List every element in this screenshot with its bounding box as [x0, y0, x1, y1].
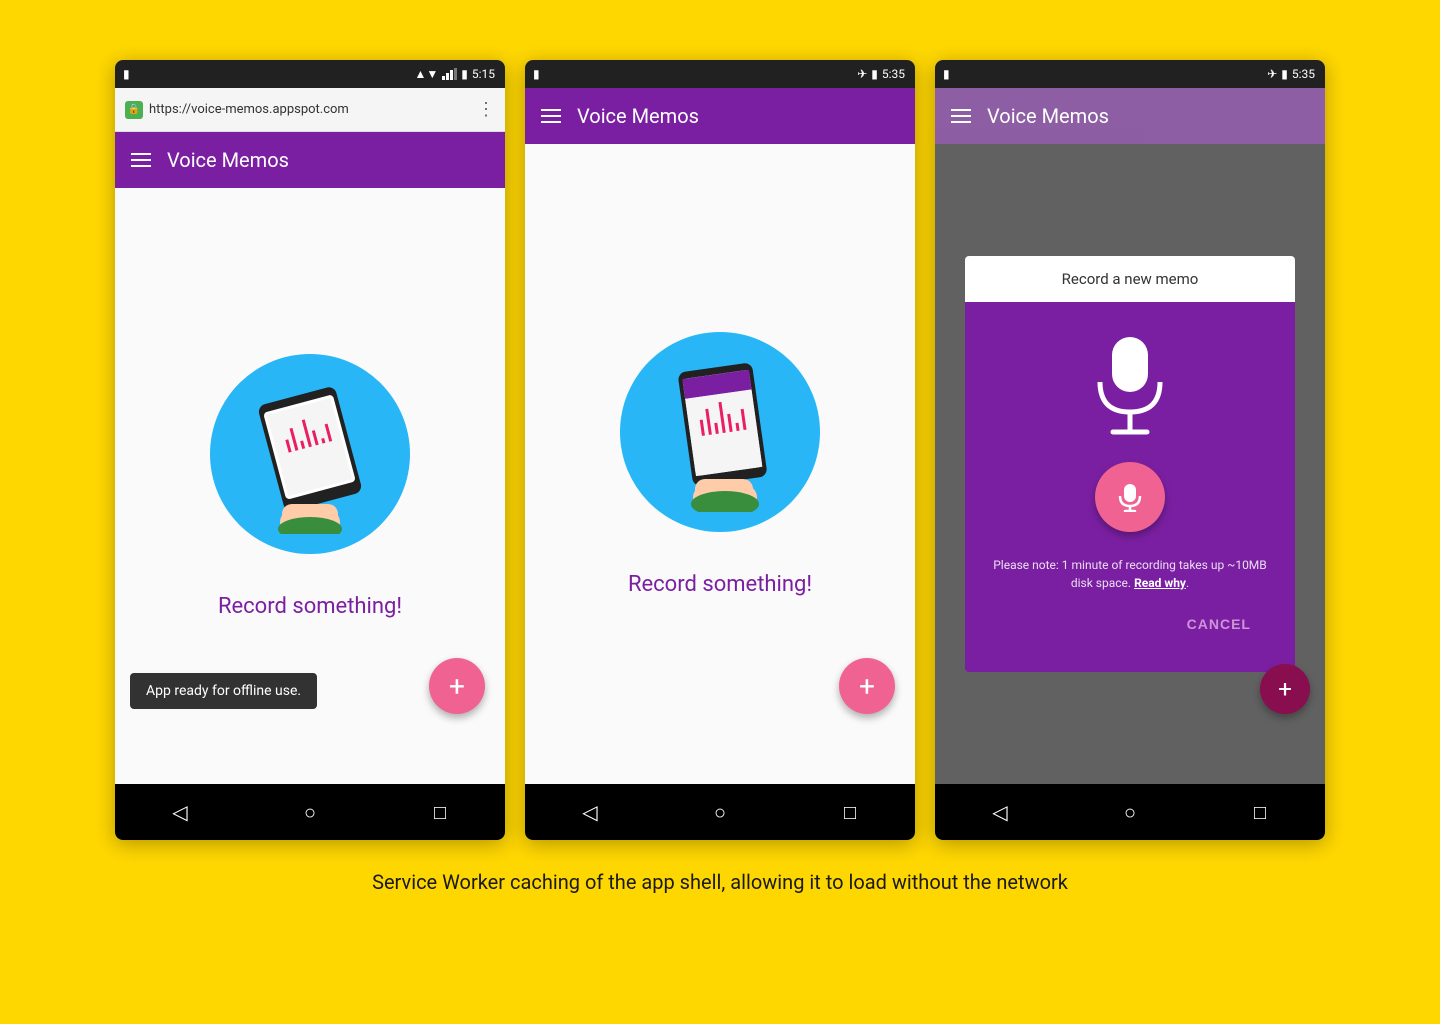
time-3: 5:35	[1292, 67, 1315, 81]
status-icons-2: ✈ ▮ 5:35	[857, 67, 905, 81]
dialog-cancel-container: CANCEL	[985, 608, 1275, 656]
wifi-icon: ▲▼	[414, 67, 438, 81]
dialog-header: Record a new memo	[965, 256, 1295, 302]
url-text: https://voice-memos.appspot.com	[149, 102, 477, 117]
main-content-1: Record something! App ready for offline …	[115, 188, 505, 784]
back-button-2[interactable]: ◁	[570, 792, 610, 832]
phone-2: ▮ ✈ ▮ 5:35 Voice Memos	[525, 60, 915, 840]
record-dialog: Record a new memo	[965, 256, 1295, 672]
phone-status-icon-2: ▮	[533, 67, 540, 81]
battery-1: ▮	[461, 67, 468, 81]
address-bar[interactable]: 🔒 https://voice-memos.appspot.com ⋮	[115, 88, 505, 132]
dialog-body: Please note: 1 minute of recording takes…	[965, 302, 1295, 672]
battery-2: ▮	[871, 67, 878, 81]
read-why-link[interactable]: Read why	[1134, 576, 1186, 590]
snackbar: App ready for offline use.	[130, 673, 317, 709]
record-label-1: Record something!	[218, 594, 402, 619]
hamburger-menu-2[interactable]	[541, 109, 561, 123]
phone-3: ▮ ✈ ▮ 5:35 Voice Memos Record a new memo	[935, 60, 1325, 840]
record-button[interactable]	[1095, 462, 1165, 532]
home-button-1[interactable]: ○	[290, 792, 330, 832]
airplane-icon-2: ✈	[857, 67, 867, 81]
status-bar-1: ▮ ▲▼ ▮ 5:15	[115, 60, 505, 88]
page-caption: Service Worker caching of the app shell,…	[372, 870, 1068, 894]
mic-small-icon	[1115, 482, 1145, 512]
app-bar-3: Voice Memos	[935, 88, 1325, 144]
phone3-background: Record a new memo	[935, 144, 1325, 784]
airplane-icon-3: ✈	[1267, 67, 1277, 81]
status-icons-1: ▲▼ ▮ 5:15	[414, 67, 495, 81]
phone-status-icon: ▮	[123, 67, 130, 81]
app-bar-1: Voice Memos	[115, 132, 505, 188]
bottom-nav-1: ◁ ○ □	[115, 784, 505, 840]
app-title-3: Voice Memos	[987, 104, 1109, 128]
main-content-2: Record something! +	[525, 144, 915, 784]
app-bar-2: Voice Memos	[525, 88, 915, 144]
recents-button-1[interactable]: □	[420, 792, 460, 832]
status-icons-3: ✈ ▮ 5:35	[1267, 67, 1315, 81]
illustration-circle-1	[210, 354, 410, 554]
recents-button-2[interactable]: □	[830, 792, 870, 832]
dialog-note: Please note: 1 minute of recording takes…	[985, 556, 1275, 592]
record-label-2: Record something!	[628, 572, 812, 597]
illustration-circle-2	[620, 332, 820, 532]
bottom-nav-2: ◁ ○ □	[525, 784, 915, 840]
signal-bars	[442, 68, 457, 80]
recents-button-3[interactable]: □	[1240, 792, 1280, 832]
phone-illustration-2	[650, 352, 790, 512]
battery-3: ▮	[1281, 67, 1288, 81]
bottom-nav-3: ◁ ○ □	[935, 784, 1325, 840]
lock-icon: 🔒	[125, 101, 143, 119]
home-button-3[interactable]: ○	[1110, 792, 1150, 832]
phones-container: ▮ ▲▼ ▮ 5:15 🔒 https://voice-memos.appspo…	[115, 60, 1325, 840]
app-title-2: Voice Memos	[577, 104, 699, 128]
hamburger-menu-3[interactable]	[951, 109, 971, 123]
cancel-button[interactable]: CANCEL	[1179, 608, 1259, 640]
phone-1: ▮ ▲▼ ▮ 5:15 🔒 https://voice-memos.appspo…	[115, 60, 505, 840]
more-options-button[interactable]: ⋮	[477, 99, 495, 120]
phone-illustration-1	[240, 374, 380, 534]
back-button-1[interactable]: ◁	[160, 792, 200, 832]
microphone-icon	[1085, 332, 1175, 442]
hamburger-menu-1[interactable]	[131, 153, 151, 167]
time-1: 5:15	[472, 67, 495, 81]
status-bar-3: ▮ ✈ ▮ 5:35	[935, 60, 1325, 88]
time-2: 5:35	[882, 67, 905, 81]
phone-status-icon-3: ▮	[943, 67, 950, 81]
fab-button-3[interactable]: +	[1260, 664, 1310, 714]
mic-small-svg	[1115, 482, 1145, 512]
back-button-3[interactable]: ◁	[980, 792, 1020, 832]
mic-svg	[1085, 332, 1175, 442]
fab-button-2[interactable]: +	[839, 658, 895, 714]
app-title-1: Voice Memos	[167, 148, 289, 172]
fab-button-1[interactable]: +	[429, 658, 485, 714]
status-bar-2: ▮ ✈ ▮ 5:35	[525, 60, 915, 88]
home-button-2[interactable]: ○	[700, 792, 740, 832]
